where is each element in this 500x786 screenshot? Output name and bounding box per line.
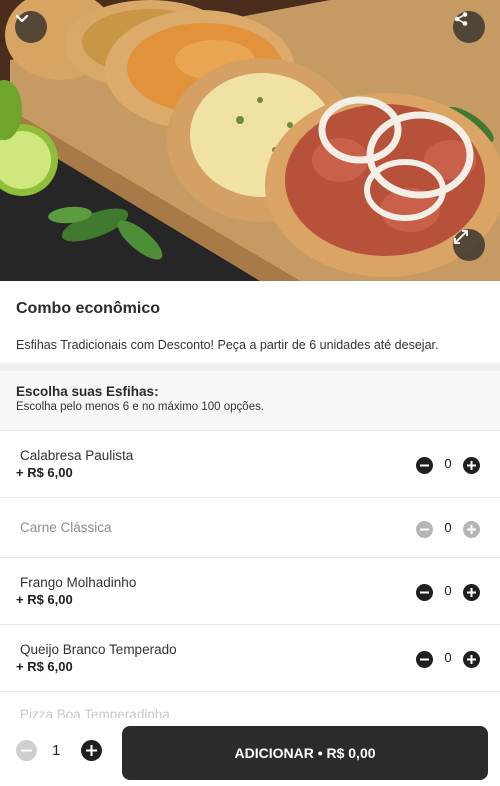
expand-icon [454,230,468,244]
increase-button[interactable] [463,583,480,601]
minus-icon [420,464,429,466]
option-quantity: 0 [444,519,452,535]
option-row: Queijo Branco Temperado + R$ 6,00 0 [0,624,500,691]
section-title: Escolha suas Esfihas: [16,384,159,399]
option-row: Frango Molhadinho + R$ 6,00 0 [0,557,500,624]
section-divider [0,363,500,371]
section-subtitle: Escolha pelo menos 6 e no máximo 100 opç… [16,401,265,413]
product-title: Combo econômico [16,300,161,317]
plus-icon [86,745,97,756]
product-image [0,0,500,281]
footer-quantity: 1 [52,742,61,759]
decrease-button[interactable] [416,583,433,601]
chevron-down-icon [15,14,29,23]
option-row: Carne Clássica 0 [0,497,500,557]
minus-icon [420,528,429,530]
minus-icon [420,658,429,660]
quantity-stepper: 0 [416,649,480,669]
increase-button[interactable] [463,650,480,668]
back-button[interactable] [15,11,47,43]
option-name: Carne Clássica [20,520,112,535]
plus-icon [467,587,476,597]
plus-icon [467,654,476,664]
option-quantity: 0 [444,649,452,665]
quantity-stepper: 0 [416,582,480,602]
add-to-cart-button[interactable]: ADICIONAR • R$ 0,00 [122,726,488,780]
option-price: + R$ 6,00 [16,592,73,607]
quantity-stepper: 0 [416,519,480,539]
option-name: Queijo Branco Temperado [20,642,177,657]
share-icon [454,12,468,26]
minus-icon [420,591,429,593]
option-price: + R$ 6,00 [16,659,73,674]
option-name: Frango Molhadinho [20,575,137,590]
decrease-button[interactable] [416,456,433,474]
footer-bar: 1 ADICIONAR • R$ 0,00 [0,718,500,786]
option-row: Calabresa Paulista + R$ 6,00 0 [0,430,500,497]
plus-icon [467,460,476,470]
option-quantity: 0 [444,582,452,598]
decrease-button[interactable] [416,650,433,668]
product-description: Esfihas Tradicionais com Desconto! Peça … [16,338,439,352]
options-section-header: Escolha suas Esfihas: Escolha pelo menos… [0,371,500,430]
food-illustration [0,0,500,281]
plus-icon [467,524,476,534]
footer-increase-button[interactable] [81,740,102,761]
increase-button[interactable] [463,456,480,474]
footer-decrease-button[interactable] [16,740,37,761]
increase-button[interactable] [463,520,480,538]
option-name: Calabresa Paulista [20,448,134,463]
decrease-button[interactable] [416,520,433,538]
quantity-stepper: 0 [416,455,480,475]
share-button[interactable] [453,11,485,43]
option-price: + R$ 6,00 [16,465,73,480]
expand-image-button[interactable] [453,229,485,261]
option-quantity: 0 [444,455,452,471]
minus-icon [21,749,32,752]
